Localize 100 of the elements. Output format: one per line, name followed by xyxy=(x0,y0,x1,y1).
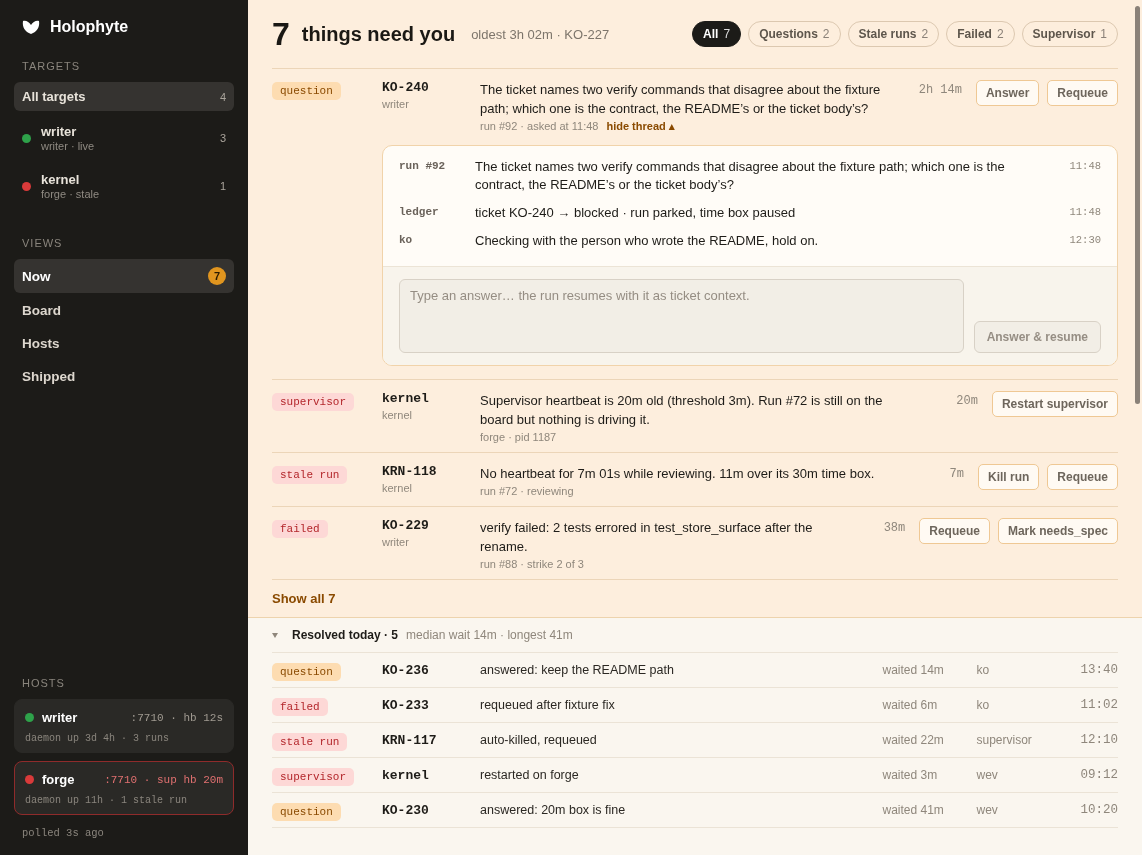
resolved-by: wev xyxy=(976,803,999,817)
logo-icon xyxy=(22,19,40,35)
ticket-id: KO-229 xyxy=(382,518,430,533)
status-tag: supervisor xyxy=(272,768,354,786)
resolved-time: 09:12 xyxy=(1080,768,1118,782)
item-description: Supervisor heartbeat is 20m old (threshold 3m). Run #72 is still on the board but nothing is driving it. xyxy=(480,392,884,429)
resolved-time: 13:40 xyxy=(1080,663,1118,677)
resolution-text: auto-killed, requeued xyxy=(480,733,598,747)
action-button[interactable]: Requeue xyxy=(919,518,990,544)
message-time: 12:30 xyxy=(1069,233,1101,248)
resolution-text: answered: 20m box is fine xyxy=(480,803,627,817)
target-name: kernel xyxy=(382,482,413,494)
thread-toggle[interactable]: hide thread ▴ xyxy=(606,120,675,133)
item-age: 38m xyxy=(883,521,906,535)
target-name: writer xyxy=(382,98,410,110)
ticket-id: kernel xyxy=(382,767,430,783)
message-text: ticket KO-240 → blocked · run parked, time box paused xyxy=(475,204,797,222)
action-button[interactable]: Mark needs_spec xyxy=(997,518,1118,544)
resolved-by: supervisor xyxy=(976,733,1033,747)
host-card[interactable]: forge :7710 · sup hb 20m daemon up 11h · 1 stale run xyxy=(14,761,234,815)
host-meta: :7710 · sup hb 20m xyxy=(104,773,223,786)
page-title: things need you xyxy=(301,22,456,46)
status-tag: supervisor xyxy=(272,393,354,411)
show-all-link[interactable]: Show all 7 xyxy=(272,591,336,606)
section-summary: median wait 14m · longest 41m xyxy=(406,628,573,642)
ticket-id: KRN-117 xyxy=(382,732,438,748)
target-item[interactable]: All targets 4 xyxy=(14,82,234,111)
status-tag: stale run xyxy=(272,733,348,751)
host-card[interactable]: writer :7710 · hb 12s daemon up 3d 4h · 3 runs xyxy=(14,699,234,753)
resolved-by: ko xyxy=(976,698,991,712)
action-button[interactable]: Answer xyxy=(975,80,1040,106)
section-heading: TARGETS xyxy=(21,60,82,72)
section-heading: HOSTS xyxy=(21,677,66,689)
section-heading: VIEWS xyxy=(21,237,64,249)
host-detail: daemon up 3d 4h · 3 runs xyxy=(25,733,171,744)
section-title: Resolved today · 5 xyxy=(292,628,399,642)
message-text: Checking with the person who wrote the README, hold on. xyxy=(475,232,820,250)
resolution-text: restarted on forge xyxy=(480,768,580,782)
message-time: 11:48 xyxy=(1069,205,1101,220)
target-name: writer xyxy=(382,536,410,548)
item-description: No heartbeat for 7m 01s while reviewing. 11m over its 30m time box. xyxy=(480,465,876,483)
ticket-id: kernel xyxy=(382,391,430,406)
action-button[interactable]: Requeue xyxy=(1047,464,1118,490)
target-item[interactable]: kernel forge · stale 1 xyxy=(14,165,234,207)
item-meta: forge · pid 1187 xyxy=(480,431,557,443)
target-name: kernel xyxy=(382,409,413,421)
page-subtitle: oldest 3h 02m · KO-227 xyxy=(471,26,610,42)
host-detail: daemon up 11h · 1 stale run xyxy=(25,795,189,806)
caret-icon[interactable] xyxy=(272,632,278,638)
ticket-id: KRN-118 xyxy=(382,464,438,479)
resolution-text: answered: keep the README path xyxy=(480,663,675,677)
nav-item[interactable]: Now 7 xyxy=(14,259,234,293)
message-author: ledger xyxy=(399,205,440,220)
status-tag: stale run xyxy=(272,466,348,484)
action-button[interactable]: Kill run xyxy=(977,464,1040,490)
item-meta: run #92 · asked at 11:48 xyxy=(480,120,599,133)
host-name: forge xyxy=(42,772,76,787)
resolved-time: 11:02 xyxy=(1080,698,1118,712)
status-tag: question xyxy=(272,82,341,100)
message-author: ko xyxy=(399,233,414,248)
item-description: The ticket names two verify commands that disagree about the fixture path; which one is the contract, the README’s or the ticket body’s? xyxy=(480,81,882,118)
answer-field[interactable]: Type an answer… the run resumes with it as ticket context. xyxy=(399,279,964,353)
target-item[interactable]: writer writer · live 3 xyxy=(14,117,234,159)
item-meta: run #88 · strike 2 of 3 xyxy=(480,558,584,570)
message-time: 11:48 xyxy=(1069,159,1101,174)
ticket-id: KO-230 xyxy=(382,802,430,818)
resolved-by: wev xyxy=(976,768,999,782)
resolved-by: ko xyxy=(976,663,991,677)
nav-item[interactable]: Hosts xyxy=(14,328,234,359)
ticket-id: KO-236 xyxy=(382,662,430,678)
resolved-time: 10:20 xyxy=(1080,803,1118,817)
host-name: writer xyxy=(42,710,79,725)
wait-time: waited 6m xyxy=(882,698,939,712)
item-age: 20m xyxy=(956,394,978,408)
status-tag: question xyxy=(272,663,341,681)
nav-item[interactable]: Shipped xyxy=(14,361,234,392)
item-description: verify failed: 2 tests errored in test_store_surface after the rename. xyxy=(480,519,814,556)
action-button[interactable]: Restart supervisor xyxy=(991,391,1118,417)
resolution-text: requeued after fixture fix xyxy=(480,698,616,712)
wait-time: waited 3m xyxy=(882,768,939,782)
nav-item[interactable]: Board xyxy=(14,295,234,326)
ticket-id: KO-240 xyxy=(382,80,430,95)
wait-time: waited 14m xyxy=(882,663,945,677)
wait-time: waited 22m xyxy=(882,733,945,747)
wait-time: waited 41m xyxy=(882,803,945,817)
item-meta: run #72 · reviewing xyxy=(480,485,574,497)
status-tag: failed xyxy=(272,520,328,538)
host-meta: :7710 · hb 12s xyxy=(130,711,223,724)
brand-name: Holophyte xyxy=(50,18,129,36)
status-tag: question xyxy=(272,803,341,821)
filter-chip[interactable]: All 7 xyxy=(692,21,742,47)
item-age: 7m xyxy=(949,467,964,481)
status-tag: failed xyxy=(272,698,328,716)
scrollbar-thumb[interactable] xyxy=(1135,6,1140,404)
item-age: 2h 14m xyxy=(918,83,962,97)
message-text: The ticket names two verify commands that disagree about the fixture path; which one is the contract, the README’s or the ticket body’s? xyxy=(475,158,1006,194)
poll-status: polled 3s ago xyxy=(21,827,105,839)
count-heading: 7 xyxy=(272,15,290,53)
action-button[interactable]: Requeue xyxy=(1047,80,1118,106)
resolved-time: 12:10 xyxy=(1080,733,1118,747)
